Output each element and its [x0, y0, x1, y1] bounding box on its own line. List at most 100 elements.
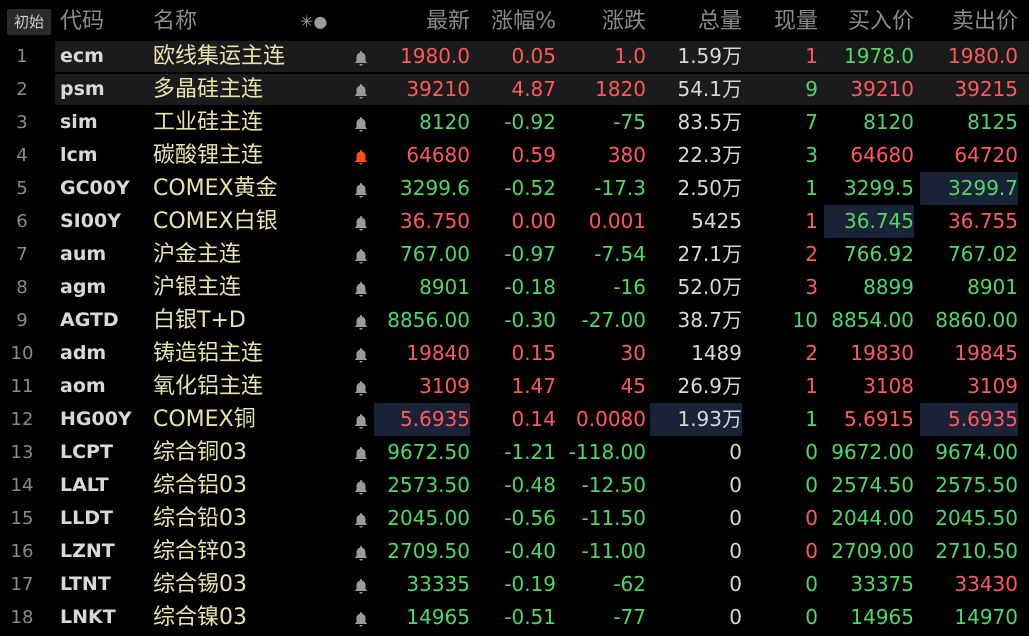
instrument-code: LTNT [60, 573, 111, 595]
table-row[interactable]: 4 lcm 碳酸锂主连 64680 0.59 380 22.3万 3 64680 64720 [0, 139, 1029, 172]
instrument-code: psm [60, 78, 105, 100]
bell-icon[interactable] [352, 73, 370, 106]
table-row[interactable]: 11 aom 氧化铝主连 3109 1.47 45 26.9万 1 3108 3109 [0, 370, 1029, 403]
current-volume: 1 [805, 407, 818, 431]
init-button[interactable]: 初始 [7, 9, 51, 35]
header-last[interactable]: 最新 [374, 6, 470, 38]
current-volume: 1 [805, 209, 818, 233]
total-volume: 0 [729, 473, 742, 497]
current-volume: 1 [805, 176, 818, 200]
bell-icon[interactable] [352, 238, 370, 271]
ask-price: 19845 [954, 341, 1018, 365]
change-percent: 0.00 [511, 209, 556, 233]
header-bid[interactable]: 买入价 [824, 6, 914, 38]
total-volume: 22.3万 [677, 143, 742, 167]
instrument-name: 综合锡03 [153, 572, 247, 597]
bell-icon[interactable] [352, 601, 370, 634]
bell-icon[interactable] [352, 469, 370, 502]
bid-price: 2574.50 [831, 473, 914, 497]
last-price: 8120 [419, 110, 470, 134]
bell-icon[interactable] [352, 337, 370, 370]
header-name[interactable]: 名称 [153, 6, 197, 38]
current-volume: 1 [805, 44, 818, 68]
bid-price: 33375 [850, 572, 914, 596]
instrument-code: agm [60, 276, 107, 298]
change-amount: -11.00 [581, 539, 646, 563]
bell-icon[interactable] [352, 436, 370, 469]
last-price: 33335 [406, 572, 470, 596]
table-row[interactable]: 8 agm 沪银主连 8901 -0.18 -16 52.0万 3 8899 8901 [0, 271, 1029, 304]
bid-price: 14965 [850, 605, 914, 629]
table-row[interactable]: 9 AGTD 白银T+D 8856.00 -0.30 -27.00 38.7万 10 8854.… [0, 304, 1029, 337]
header-cur[interactable]: 现量 [748, 6, 818, 38]
alert-bell-icon[interactable] [352, 139, 370, 172]
bell-icon[interactable] [352, 40, 370, 73]
change-amount: -11.50 [581, 506, 646, 530]
change-percent: -1.21 [504, 440, 556, 464]
table-row[interactable]: 7 aum 沪金主连 767.00 -0.97 -7.54 27.1万 2 766.92 767.… [0, 238, 1029, 271]
bid-price: 39210 [850, 77, 914, 101]
total-volume: 0 [729, 605, 742, 629]
table-row[interactable]: 6 SI00Y COMEX白银 36.750 0.00 0.001 5425 1 36.745 3… [0, 205, 1029, 238]
change-amount: 1.0 [614, 44, 646, 68]
change-percent: -0.48 [504, 473, 556, 497]
bell-icon[interactable] [352, 568, 370, 601]
instrument-name: 综合铜03 [153, 440, 247, 465]
table-row[interactable]: 3 sim 工业硅主连 8120 -0.92 -75 83.5万 7 8120 8125 [0, 106, 1029, 139]
bell-icon[interactable] [352, 502, 370, 535]
total-volume: 2.50万 [677, 176, 742, 200]
instrument-code: AGTD [60, 309, 119, 331]
instrument-code: LZNT [60, 540, 115, 562]
table-row[interactable]: 1 ecm 欧线集运主连 1980.0 0.05 1.0 1.59万 1 1978.0 1980.… [0, 40, 1029, 73]
bell-icon[interactable] [352, 304, 370, 337]
quote-table: 初始 代码 名称 ✳● 最新 涨幅% 涨跌 总量 现量 买入价 卖出价 1 ecm… [0, 0, 1029, 636]
change-percent: -0.30 [504, 308, 556, 332]
table-row[interactable]: 10 adm 铸造铝主连 19840 0.15 30 1489 2 19830 19845 [0, 337, 1029, 370]
change-amount: 1820 [595, 77, 646, 101]
row-number: 10 [10, 343, 34, 364]
change-percent: -0.97 [504, 242, 556, 266]
header-chg[interactable]: 涨跌 [562, 6, 646, 38]
bid-price: 1978.0 [844, 44, 914, 68]
current-volume: 0 [805, 440, 818, 464]
bell-icon[interactable] [352, 271, 370, 304]
table-row[interactable]: 15 LLDT 综合铅03 2045.00 -0.56 -11.50 0 0 2044.00 20… [0, 502, 1029, 535]
bell-icon[interactable] [352, 535, 370, 568]
instrument-name: 工业硅主连 [153, 110, 264, 135]
table-row[interactable]: 18 LNKT 综合镍03 14965 -0.51 -77 0 0 14965 14970 [0, 601, 1029, 634]
last-price: 8856.00 [387, 308, 470, 332]
header-pct[interactable]: 涨幅% [470, 6, 556, 38]
bell-icon[interactable] [352, 403, 370, 436]
header-ask[interactable]: 卖出价 [920, 6, 1018, 38]
last-price: 64680 [406, 143, 470, 167]
bell-icon[interactable] [352, 172, 370, 205]
bell-icon[interactable] [352, 106, 370, 139]
ask-price: 14970 [954, 605, 1018, 629]
total-volume: 0 [729, 539, 742, 563]
table-row[interactable]: 17 LTNT 综合锡03 33335 -0.19 -62 0 0 33375 33430 [0, 568, 1029, 601]
table-row[interactable]: 2 psm 多晶硅主连 39210 4.87 1820 54.1万 9 39210 39215 [0, 73, 1029, 106]
table-row[interactable]: 14 LALT 综合铝03 2573.50 -0.48 -12.50 0 0 2574.50 25… [0, 469, 1029, 502]
change-amount: 0.0080 [576, 407, 646, 431]
table-row[interactable]: 16 LZNT 综合锌03 2709.50 -0.40 -11.00 0 0 2709.00 27… [0, 535, 1029, 568]
header-code[interactable]: 代码 [60, 6, 104, 38]
row-number: 13 [10, 442, 34, 463]
column-settings-icon[interactable]: ✳● [300, 6, 327, 38]
row-number: 16 [10, 541, 34, 562]
total-volume: 0 [729, 572, 742, 596]
table-row[interactable]: 5 GC00Y COMEX黄金 3299.6 -0.52 -17.3 2.50万 1 3299.… [0, 172, 1029, 205]
change-amount: 45 [620, 374, 646, 398]
table-row[interactable]: 13 LCPT 综合铜03 9672.50 -1.21 -118.00 0 0 9672.00 9… [0, 436, 1029, 469]
last-price: 767.00 [400, 242, 470, 266]
header-vol[interactable]: 总量 [650, 6, 742, 38]
bid-price: 8854.00 [831, 308, 914, 332]
bell-icon[interactable] [352, 370, 370, 403]
change-amount: -75 [613, 110, 646, 134]
row-number: 3 [16, 112, 28, 133]
table-row[interactable]: 12 HG00Y COMEX铜 5.6935 0.14 0.0080 1.93万 1 5.691… [0, 403, 1029, 436]
ask-price: 36.755 [948, 209, 1018, 233]
change-amount: -27.00 [581, 308, 646, 332]
bell-icon[interactable] [352, 205, 370, 238]
last-price: 2045.00 [387, 506, 470, 530]
instrument-code: SI00Y [60, 210, 121, 232]
